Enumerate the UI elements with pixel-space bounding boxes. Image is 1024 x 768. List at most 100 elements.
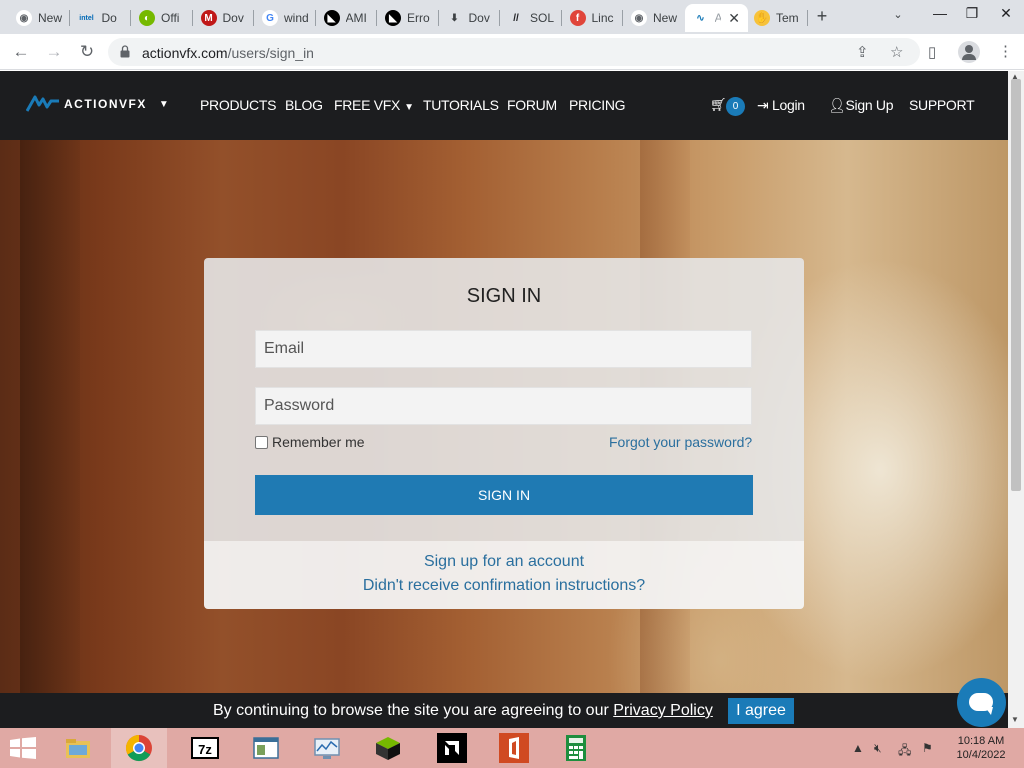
app-icon: ◣ <box>385 10 401 26</box>
intel-icon: intel <box>79 14 94 22</box>
taskbar-clock[interactable]: 10:18 AM 10/4/2022 <box>952 734 1010 762</box>
bookmark-star-icon[interactable]: ☆ <box>890 43 903 61</box>
password-field[interactable] <box>255 387 752 425</box>
tab-title: New <box>38 11 63 25</box>
cart-icon[interactable]: 🛒︎ <box>710 97 727 113</box>
minimize-button[interactable]: — <box>924 2 956 26</box>
sign-in-button[interactable]: SIGN IN <box>255 475 753 515</box>
tab-title: Dov <box>222 11 244 25</box>
signup-link[interactable]: 👤︎Sign Up <box>828 97 894 114</box>
clock-time: 10:18 AM <box>957 735 1005 747</box>
browser-toolbar: ← → ↻ actionvfx.com/users/sign_in ⇪ ☆ ▯ … <box>0 34 1024 70</box>
chrome-icon <box>125 734 152 762</box>
web-page: ACTIONVFX ▼ PRODUCTS BLOG FREE VFX ▼ TUTO… <box>0 71 1008 728</box>
cookie-message-text: By continuing to browse the site you are… <box>213 702 609 719</box>
7zip-taskbar-button[interactable]: 7z <box>177 728 233 768</box>
cart-count-badge[interactable]: 0 <box>726 97 745 116</box>
side-panel-icon[interactable]: ▯ <box>928 43 936 61</box>
browser-tab-strip: ◉ New intel Do ◐ Offi M Dov Gwind ◣ AMI ◣ Erro ⬇ Dov //… <box>0 0 1024 34</box>
tab-title: Do <box>101 11 117 25</box>
new-tab-button[interactable]: + <box>812 6 832 26</box>
tab-title: A <box>714 11 721 25</box>
browser-tab[interactable]: ⬇ Dov <box>439 4 499 32</box>
remember-me[interactable]: Remember me <box>255 434 365 450</box>
volume-muted-icon[interactable]: 🔇︎ <box>874 741 882 756</box>
scrollbar-thumb[interactable] <box>1011 79 1021 491</box>
share-icon[interactable]: ⇪ <box>856 43 869 61</box>
file-explorer-taskbar-button[interactable] <box>50 728 106 768</box>
actionvfx-logo-mark-icon <box>26 95 59 112</box>
scroll-down-arrow-icon[interactable]: ▼ <box>1011 715 1019 724</box>
agree-button[interactable]: I agree <box>728 698 794 724</box>
sign-up-link[interactable]: Sign up for an account <box>204 553 804 571</box>
privacy-policy-link[interactable]: Privacy Policy <box>613 702 713 719</box>
login-link[interactable]: ⇥ Login <box>757 97 805 114</box>
resource-monitor-taskbar-button[interactable] <box>299 728 355 768</box>
chrome-icon: ◉ <box>16 10 32 26</box>
profile-avatar-icon[interactable] <box>958 41 980 63</box>
tab-title: Linc <box>591 11 614 25</box>
nav-pricing[interactable]: PRICING <box>569 97 626 113</box>
url-path: /users/sign_in <box>227 45 314 61</box>
confirmation-instructions-link[interactable]: Didn't receive confirmation instructions… <box>204 577 804 595</box>
user-icon: 👤︎ <box>828 97 846 113</box>
calculator-taskbar-button[interactable] <box>548 728 604 768</box>
browser-tab[interactable]: ◉ New <box>8 4 68 32</box>
tab-search-icon[interactable]: ⌄ <box>890 8 906 24</box>
chrome-taskbar-button[interactable] <box>111 728 167 768</box>
browser-tab[interactable]: ∿ A ✕ <box>684 4 748 32</box>
google-icon: G <box>262 10 278 26</box>
nav-blog[interactable]: BLOG <box>285 97 323 113</box>
show-hidden-icons-icon[interactable]: ▲ <box>852 741 864 755</box>
nvidia-taskbar-button[interactable] <box>360 728 416 768</box>
restore-button[interactable]: ❐ <box>956 2 988 26</box>
browser-tab[interactable]: f Linc <box>562 4 622 32</box>
nav-free-vfx-label: FREE VFX <box>334 97 401 113</box>
email-field[interactable] <box>255 330 752 368</box>
browser-tab[interactable]: // SOL <box>500 4 560 32</box>
nav-forum[interactable]: FORUM <box>507 97 557 113</box>
back-button[interactable]: ← <box>10 41 32 63</box>
office-taskbar-button[interactable] <box>486 728 542 768</box>
browser-tab[interactable]: ◐ Offi <box>131 4 191 32</box>
amd-icon <box>437 733 467 763</box>
tab-title: Offi <box>161 11 180 25</box>
amd-icon: ◣ <box>323 10 340 26</box>
browser-tab[interactable]: ◉ New <box>623 4 683 32</box>
browser-tab[interactable]: ◣ Erro <box>377 4 437 32</box>
network-icon[interactable]: 🖧︎ <box>898 741 911 762</box>
nav-tutorials[interactable]: TUTORIALS <box>423 97 499 113</box>
remember-me-checkbox[interactable] <box>255 435 268 449</box>
address-bar[interactable]: actionvfx.com/users/sign_in ⇪ ☆ <box>108 38 920 66</box>
url-text[interactable]: actionvfx.com/users/sign_in <box>142 45 314 61</box>
forward-button[interactable]: → <box>43 41 65 63</box>
nav-products[interactable]: PRODUCTS <box>200 97 276 113</box>
amd-taskbar-button[interactable] <box>424 728 480 768</box>
nav-free-vfx[interactable]: FREE VFX ▼ <box>334 97 414 113</box>
close-tab-icon[interactable]: ✕ <box>728 10 740 27</box>
forgot-password-link[interactable]: Forgot your password? <box>609 434 752 450</box>
menu-kebab-icon[interactable]: ⋮ <box>998 42 1013 60</box>
window-app-icon <box>253 737 279 759</box>
action-center-icon[interactable]: ⚑ <box>922 741 933 755</box>
support-link[interactable]: SUPPORT <box>909 97 975 113</box>
actionvfx-logo[interactable]: ACTIONVFX ▼ <box>26 95 169 113</box>
browser-tab[interactable]: ✋ Tem <box>746 4 806 32</box>
reload-button[interactable]: ↻ <box>76 41 98 63</box>
windows-start-icon[interactable] <box>10 737 36 759</box>
tab-title: New <box>653 11 678 25</box>
svg-text:7z: 7z <box>198 742 212 757</box>
browser-tab[interactable]: M Dov <box>193 4 253 32</box>
tab-separator <box>806 10 808 26</box>
page-scrollbar[interactable]: ▲ ▼ <box>1008 71 1024 728</box>
chat-widget-button[interactable] <box>957 678 1006 727</box>
browser-tab[interactable]: Gwind <box>254 4 314 32</box>
login-label: Login <box>772 97 805 113</box>
close-window-button[interactable]: ✕ <box>990 2 1022 26</box>
calculator-icon <box>566 735 586 761</box>
browser-tab[interactable]: ◣ AMI <box>316 4 376 32</box>
logo-dropdown-caret-icon[interactable]: ▼ <box>159 99 169 110</box>
slash-icon: // <box>513 12 519 24</box>
app-window-taskbar-button[interactable] <box>238 728 294 768</box>
browser-tab[interactable]: intel Do <box>70 4 130 32</box>
